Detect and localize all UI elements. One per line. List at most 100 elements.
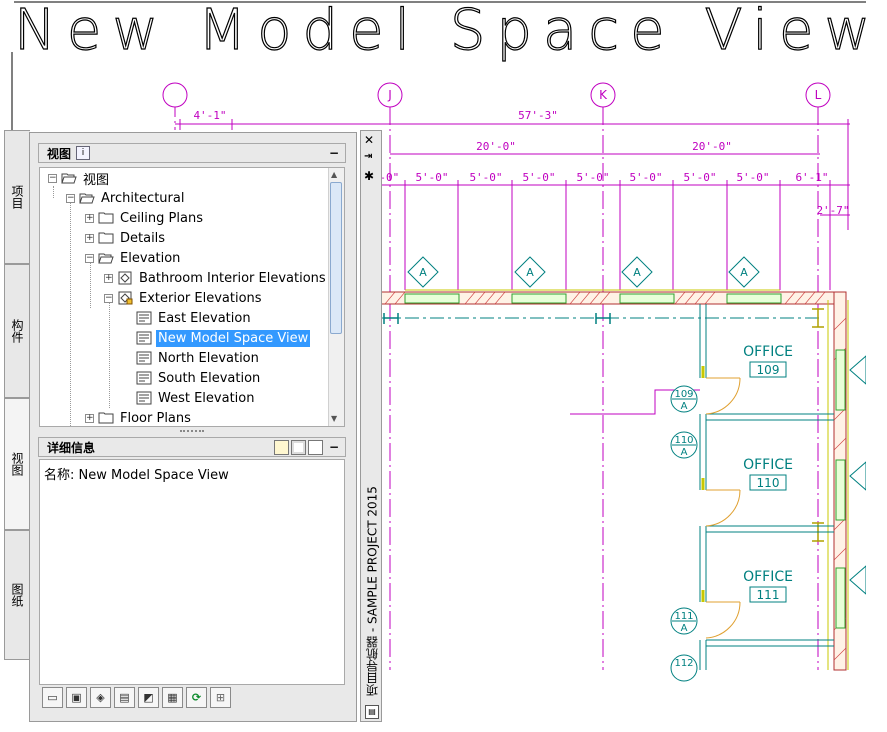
view-icon [136, 311, 152, 325]
table-view-icon: ▦ [167, 691, 178, 704]
tree-node-ceiling-plans[interactable]: + Ceiling Plans [85, 208, 205, 228]
tree-node-west-elevation[interactable]: West Elevation [136, 388, 256, 408]
tree-label: South Elevation [158, 370, 261, 386]
tree-node-views-root[interactable]: − 视图 [48, 168, 111, 188]
new-section-view-icon: ◈ [96, 691, 105, 704]
expand-toggle-icon[interactable]: + [85, 233, 94, 243]
tree-label: North Elevation [158, 350, 259, 366]
dim-5-0-5: 5'-0" [629, 171, 662, 184]
tree-label: Bathroom Interior Elevations [139, 270, 326, 286]
expand-toggle-icon[interactable]: + [104, 273, 113, 283]
tree-label: Elevation [120, 250, 181, 266]
tree-node-details[interactable]: + Details [85, 228, 167, 248]
zoom-icon[interactable] [308, 440, 323, 455]
tab-sheets[interactable]: 图纸 [4, 530, 30, 660]
auto-hide-icon[interactable]: ⇥ [364, 151, 372, 162]
tree-node-new-model-space-view[interactable]: New Model Space View [136, 328, 311, 348]
copy-view-button[interactable]: ▤ [114, 687, 135, 708]
tree-node-bathroom-interior-elevations[interactable]: + Bathroom Interior Elevations [104, 268, 328, 288]
tab-constructs[interactable]: 构件 [4, 264, 30, 398]
details-section-header[interactable]: 详细信息 − [38, 437, 346, 457]
room-number-110: 110 [757, 476, 780, 490]
navigator-panel: 视图 i − − 视图 − Architectural + Ceiling Pl… [29, 132, 357, 722]
tree-node-elevation[interactable]: − Elevation [85, 248, 182, 268]
refresh-icon: ⟳ [191, 691, 202, 704]
grid-label-k: K [599, 88, 608, 102]
tree-label: Architectural [101, 190, 185, 206]
view-drawing-icon [118, 271, 132, 285]
tree-node-east-elevation[interactable]: East Elevation [136, 308, 253, 328]
view-properties-button[interactable]: ◩ [138, 687, 159, 708]
table-view-button[interactable]: ▦ [162, 687, 183, 708]
collapse-details-button[interactable]: − [329, 440, 339, 454]
dim-57-3: 57'-3" [518, 109, 558, 122]
properties-menu-icon[interactable]: ✱ [364, 169, 374, 183]
details-header-label: 详细信息 [47, 440, 96, 455]
dim-20-0-a: 20'-0" [476, 140, 516, 153]
tab-project[interactable]: 项目 [4, 130, 30, 264]
views-tree[interactable]: − 视图 − Architectural + Ceiling Plans + D… [39, 167, 345, 427]
scroll-up-arrow-icon[interactable]: ▲ [331, 170, 337, 179]
tab-views[interactable]: 视图 [4, 398, 30, 530]
door-tag-112: 112 [674, 658, 693, 669]
dim-5-0-6: 5'-0" [683, 171, 716, 184]
info-icon[interactable]: i [76, 146, 91, 160]
new-detail-view-icon: ▣ [71, 691, 82, 704]
tree-node-floor-plans[interactable]: + Floor Plans [85, 408, 193, 426]
view-icon [136, 371, 152, 385]
dim-5-0-3: 5'-0" [522, 171, 555, 184]
door-tag-109: 109 [674, 389, 693, 400]
tree-node-exterior-elevations[interactable]: − Exterior Elevations [104, 288, 264, 308]
views-section-header[interactable]: 视图 i − [38, 143, 346, 163]
tree-label: New Model Space View [156, 329, 311, 347]
tree-label: East Elevation [158, 310, 251, 326]
grid-view-icon[interactable] [291, 440, 306, 455]
details-tool-icons[interactable] [274, 440, 323, 455]
dim-5-0-4: 5'-0" [576, 171, 609, 184]
window-tag-1: A [419, 266, 427, 279]
palette-options-icon[interactable]: ▤ [365, 705, 379, 719]
door-tag-111-sub: A [681, 623, 688, 634]
scroll-down-arrow-icon[interactable]: ▼ [331, 414, 337, 423]
new-section-view-button[interactable]: ◈ [90, 687, 111, 708]
refresh-button[interactable]: ⟳ [186, 687, 207, 708]
view-icon [136, 351, 152, 365]
copy-view-icon: ▤ [119, 691, 130, 704]
folder-icon [98, 212, 114, 224]
tree-node-architectural[interactable]: − Architectural [66, 188, 186, 208]
expand-toggle-icon[interactable]: + [85, 413, 94, 423]
collapse-toggle-icon[interactable]: − [66, 193, 75, 203]
collapse-toggle-icon[interactable]: − [104, 293, 113, 303]
dim-2-7: 2'-7" [816, 204, 849, 217]
properties-icon[interactable] [274, 440, 289, 455]
collapse-toggle-icon[interactable]: − [85, 253, 94, 263]
dim-4-1: 4'-1" [193, 109, 226, 122]
room-number-109: 109 [757, 363, 780, 377]
collapse-views-button[interactable]: − [329, 146, 339, 160]
tree-label: 视图 [83, 172, 110, 188]
tree-node-south-elevation[interactable]: South Elevation [136, 368, 262, 388]
view-title: New Model Space View [13, 0, 882, 64]
folder-open-icon [79, 193, 95, 204]
view-icon [136, 331, 152, 345]
splitter-grip[interactable] [180, 430, 204, 436]
view-icon [136, 391, 152, 405]
expand-toggle-icon[interactable]: + [85, 213, 94, 223]
close-icon[interactable]: ✕ [364, 133, 374, 147]
window-tag-3: A [633, 266, 641, 279]
new-detail-view-button[interactable]: ▣ [66, 687, 87, 708]
palette-title-bar[interactable]: ✕ ⇥ ✱ 项目导航器 - SAMPLE PROJECT 2015 ▤ [360, 130, 382, 722]
detail-name-text: 名称: New Model Space View [44, 468, 229, 483]
scrollbar-thumb[interactable] [330, 182, 342, 334]
new-view-button[interactable]: ▭ [42, 687, 63, 708]
view-properties-icon: ◩ [143, 691, 154, 704]
door-tag-109-sub: A [681, 401, 688, 412]
window-tag-2: A [526, 266, 534, 279]
collapse-toggle-icon[interactable]: − [48, 173, 57, 183]
repath-button[interactable]: ⊞ [210, 687, 231, 708]
folder-open-icon [98, 253, 114, 264]
tree-scrollbar[interactable]: ▲ ▼ [328, 168, 344, 426]
folder-icon [98, 412, 114, 424]
view-drawing-lock-icon [118, 291, 133, 305]
tree-node-north-elevation[interactable]: North Elevation [136, 348, 261, 368]
